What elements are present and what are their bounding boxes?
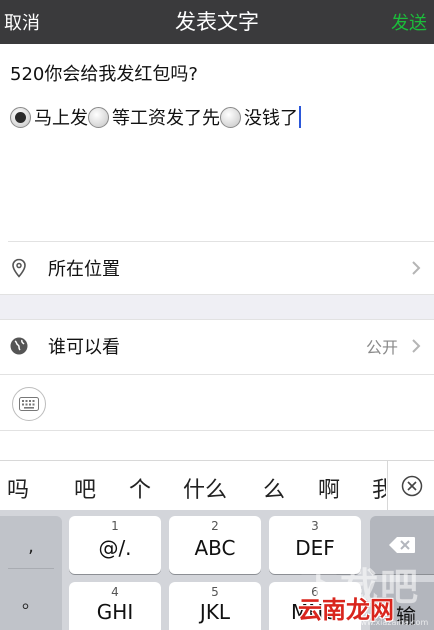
chevron-right-icon bbox=[412, 339, 421, 353]
key-letters: JKL bbox=[199, 600, 231, 624]
location-row[interactable]: 所在位置 bbox=[0, 242, 434, 294]
key-1[interactable]: 1 @/. bbox=[69, 516, 161, 574]
key-number: 3 bbox=[311, 519, 319, 533]
watermark-url: www.xiazaiba.com bbox=[354, 618, 429, 627]
visibility-row[interactable]: 谁可以看 公开 bbox=[0, 320, 434, 372]
location-label: 所在位置 bbox=[48, 259, 120, 280]
radio-option-1-icon[interactable] bbox=[10, 106, 31, 128]
poll-option-1[interactable]: 马上发 bbox=[34, 104, 88, 130]
candidate-word[interactable]: 啊 bbox=[318, 472, 340, 504]
comma-key[interactable]: , bbox=[0, 536, 62, 557]
poll-option-2[interactable]: 等工资发了先 bbox=[112, 104, 220, 130]
top-bar: 取消 发表文字 发送 bbox=[0, 0, 434, 44]
text-cursor bbox=[299, 106, 301, 128]
divider bbox=[0, 374, 434, 375]
key-2[interactable]: 2 ABC bbox=[169, 516, 261, 574]
keyboard-toggle-button[interactable] bbox=[12, 387, 46, 421]
key-letters: @/. bbox=[98, 536, 132, 560]
candidate-word[interactable]: 什么 bbox=[183, 472, 227, 504]
candidate-word[interactable]: 个 bbox=[129, 472, 151, 504]
keyboard-icon bbox=[19, 397, 39, 411]
divider bbox=[0, 294, 434, 295]
globe-icon bbox=[10, 337, 28, 355]
key-letters: GHI bbox=[96, 600, 134, 624]
divider bbox=[0, 430, 434, 431]
radio-option-3-icon[interactable] bbox=[220, 106, 241, 128]
key-number: 2 bbox=[211, 519, 219, 533]
post-text[interactable]: 520你会给我发红包吗? bbox=[10, 60, 198, 86]
key-number: 4 bbox=[111, 585, 119, 599]
candidate-word[interactable]: 么 bbox=[263, 472, 285, 504]
key-separator bbox=[8, 568, 54, 569]
location-pin-icon bbox=[12, 258, 26, 278]
close-circle-icon[interactable] bbox=[401, 475, 423, 497]
chevron-right-icon bbox=[412, 261, 421, 275]
candidate-word[interactable]: 吗 bbox=[7, 472, 29, 504]
poll-option-3[interactable]: 没钱了 bbox=[244, 104, 298, 130]
poll-options-line[interactable]: 马上发 等工资发了先 没钱了 bbox=[10, 103, 301, 131]
candidate-bar: 吗 吧 个 什么 么 啊 我 bbox=[0, 460, 434, 511]
page-title: 发表文字 bbox=[175, 10, 259, 34]
visibility-label: 谁可以看 bbox=[48, 337, 120, 358]
key-letters: ABC bbox=[194, 536, 236, 560]
period-key[interactable]: 。 bbox=[0, 588, 62, 614]
section-gap bbox=[0, 294, 434, 320]
candidate-separator bbox=[387, 461, 388, 511]
send-button[interactable]: 发送 bbox=[391, 9, 427, 35]
radio-option-2-icon[interactable] bbox=[88, 106, 109, 128]
key-number: 5 bbox=[211, 585, 219, 599]
punctuation-column: , 。 bbox=[0, 516, 62, 630]
visibility-value: 公开 bbox=[365, 338, 398, 357]
key-4[interactable]: 4 GHI bbox=[69, 582, 161, 630]
backspace-icon bbox=[389, 537, 415, 553]
key-number: 1 bbox=[111, 519, 119, 533]
candidate-word[interactable]: 吧 bbox=[74, 472, 96, 504]
candidate-word[interactable]: 我 bbox=[372, 472, 386, 504]
key-5[interactable]: 5 JKL bbox=[169, 582, 261, 630]
